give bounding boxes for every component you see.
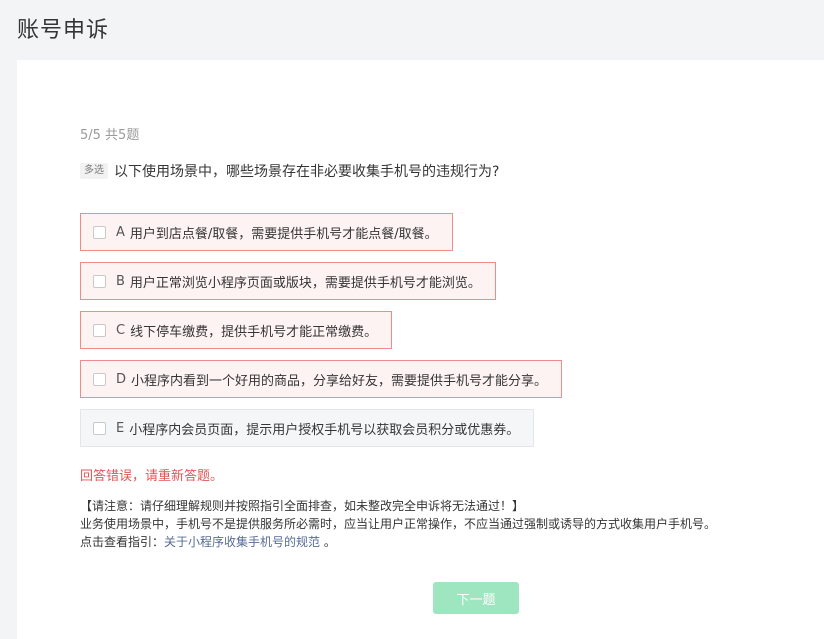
guide-suffix: 。 (320, 535, 336, 549)
checkbox-icon[interactable] (93, 225, 106, 239)
guide-prefix: 点击查看指引： (80, 535, 165, 549)
option-text: 线下停车缴费，提供手机号才能正常缴费。 (130, 324, 378, 340)
option-letter: E (116, 420, 125, 436)
option-d[interactable]: D 小程序内看到一个好用的商品，分享给好友，需要提供手机号才能分享。 (80, 360, 563, 398)
notice-warning: 【请注意：请仔细理解规则并按照指引全面排查，如未整改完全申诉将无法通过！】 (80, 499, 525, 513)
option-letter: A (116, 224, 125, 240)
appeal-card: 5/5 共5题 多选 以下使用场景中，哪些场景存在非必要收集手机号的违规行为? … (17, 60, 824, 639)
next-question-button[interactable]: 下一题 (433, 582, 519, 614)
option-letter: B (116, 273, 125, 289)
error-message: 回答错误，请重新答题。 (80, 469, 224, 484)
option-a[interactable]: A 用户到店点餐/取餐，需要提供手机号才能点餐/取餐。 (80, 213, 453, 251)
option-e[interactable]: E 小程序内会员页面，提示用户授权手机号以获取会员积分或优惠券。 (80, 409, 535, 447)
option-b[interactable]: B 用户正常浏览小程序页面或版块，需要提供手机号才能浏览。 (80, 262, 496, 300)
option-text: 小程序内会员页面，提示用户授权手机号以获取会员积分或优惠券。 (129, 422, 520, 438)
checkbox-icon[interactable] (93, 274, 106, 288)
option-text: 小程序内看到一个好用的商品，分享给好友，需要提供手机号才能分享。 (131, 373, 548, 389)
option-text: 用户正常浏览小程序页面或版块，需要提供手机号才能浏览。 (129, 275, 481, 291)
checkbox-icon[interactable] (93, 421, 106, 435)
option-letter: C (116, 322, 126, 338)
notice-guide: 点击查看指引：关于小程序收集手机号的规范 。 (80, 533, 716, 551)
guide-link[interactable]: 关于小程序收集手机号的规范 (164, 535, 320, 549)
page-title: 账号申诉 (17, 18, 110, 43)
options-list: A 用户到店点餐/取餐，需要提供手机号才能点餐/取餐。 B 用户正常浏览小程序页… (80, 213, 563, 458)
option-letter: D (116, 371, 127, 387)
notice: 【请注意：请仔细理解规则并按照指引全面排查，如未整改完全申诉将无法通过！】 业务… (80, 497, 716, 551)
option-c[interactable]: C 线下停车缴费，提供手机号才能正常缴费。 (80, 311, 393, 349)
multi-choice-tag: 多选 (80, 163, 108, 179)
question: 多选 以下使用场景中，哪些场景存在非必要收集手机号的违规行为? (80, 161, 499, 181)
question-progress: 5/5 共5题 (80, 128, 140, 143)
checkbox-icon[interactable] (93, 372, 106, 386)
checkbox-icon[interactable] (93, 323, 106, 337)
notice-rule: 业务使用场景中，手机号不是提供服务所必需时，应当让用户正常操作，不应当通过强制或… (80, 517, 717, 531)
option-text: 用户到店点餐/取餐，需要提供手机号才能点餐/取餐。 (129, 226, 438, 242)
question-text: 以下使用场景中，哪些场景存在非必要收集手机号的违规行为? (114, 164, 500, 180)
